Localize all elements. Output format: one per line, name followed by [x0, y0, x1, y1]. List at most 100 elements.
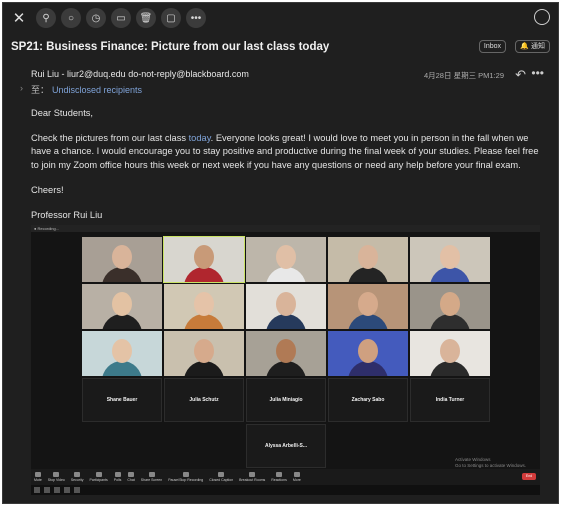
recipients-row: 至： Undisclosed recipients — [31, 83, 142, 96]
participant-head — [112, 245, 132, 269]
participant-torso — [102, 361, 142, 376]
participant-torso — [266, 267, 306, 282]
participant-name-tile: Alyssa Arbelli-S... — [246, 424, 326, 468]
participant-video-tile — [410, 331, 490, 376]
participant-video-tile — [82, 331, 162, 376]
zoom-control: Pause/Stop Recording — [168, 472, 203, 482]
toolbar: ✕ ⚲ ○ ◷ ▭ 🗑 ▢ ••• — [3, 3, 558, 33]
email-date: 4月28日 星期三 PM1:29 — [423, 71, 504, 80]
zoom-screenshot-image: ● Recording... Shane Bauer Julia Schutz Ju… — [31, 225, 540, 495]
participant-head — [194, 339, 214, 363]
zoom-control-label: Mute — [34, 478, 42, 482]
more-options-icon[interactable]: ••• — [531, 66, 544, 80]
snooze-clock-icon[interactable]: ◷ — [86, 8, 106, 28]
zoom-control: Stop Video — [48, 472, 65, 482]
zoom-control-icon — [53, 472, 60, 477]
taskbar-app-icon — [54, 487, 60, 493]
participant-head — [194, 292, 214, 316]
to-label: 至： — [31, 85, 50, 95]
message-text-start: Check the pictures from our last class — [31, 133, 189, 144]
participant-head — [112, 339, 132, 363]
zoom-control-icon — [276, 472, 283, 477]
participant-video-tile — [163, 236, 245, 283]
expand-chevron-icon[interactable]: › — [20, 83, 23, 93]
windows-taskbar — [31, 485, 540, 495]
participant-head — [358, 339, 378, 363]
recording-indicator: ● Recording... — [31, 225, 540, 232]
name-tile-row: Alyssa Arbelli-S... — [82, 424, 492, 468]
participant-head — [358, 292, 378, 316]
zoom-control-icon — [95, 472, 102, 477]
taskbar-app-icon — [74, 487, 80, 493]
video-row — [82, 236, 492, 283]
activate-windows-watermark: Activate Windows Go to Settings to activ… — [454, 457, 526, 468]
video-row — [82, 284, 492, 329]
taskbar-app-icon — [64, 487, 70, 493]
zoom-control: Chat — [127, 472, 135, 482]
participant-head — [112, 292, 132, 316]
zoom-control-icon — [74, 472, 81, 477]
participant-video-tile — [82, 237, 162, 282]
inbox-tag[interactable]: Inbox — [478, 40, 506, 53]
participant-head — [276, 292, 296, 316]
participant-video-tile — [328, 237, 408, 282]
notification-tag[interactable]: 🔔 通知 — [515, 40, 550, 53]
mail-window: ✕ ⚲ ○ ◷ ▭ 🗑 ▢ ••• SP21: Business Finance… — [2, 2, 559, 504]
participant-torso — [348, 361, 388, 376]
participant-torso — [184, 267, 224, 282]
participant-grid: Shane Bauer Julia Schutz Julia Miniagio Zac… — [82, 236, 492, 470]
participant-video-tile — [164, 331, 244, 376]
pin-icon[interactable]: ⚲ — [36, 8, 56, 28]
zoom-control-label: Security — [70, 478, 84, 482]
email-body: Dear Students, Check the pictures from o… — [31, 107, 544, 234]
zoom-control-icon — [114, 472, 121, 477]
participant-torso — [266, 314, 306, 329]
close-icon[interactable]: ✕ — [9, 8, 29, 28]
participant-head — [440, 292, 460, 316]
account-avatar-icon[interactable] — [534, 9, 550, 25]
participant-head — [358, 245, 378, 269]
zoom-control: More — [293, 472, 301, 482]
zoom-control: Share Screen — [141, 472, 162, 482]
participant-torso — [102, 314, 142, 329]
folder-icon[interactable]: ▢ — [161, 8, 181, 28]
archive-icon[interactable]: ▭ — [111, 8, 131, 28]
zoom-control-icon — [249, 472, 256, 477]
windows-start-icon — [34, 487, 40, 493]
sender[interactable]: Rui Liu - liur2@duq.edu do-not-reply@bla… — [31, 69, 249, 79]
participant-torso — [348, 314, 388, 329]
greeting: Dear Students, — [31, 108, 94, 118]
recipients-link[interactable]: Undisclosed recipients — [52, 85, 142, 95]
name-tile-row: Shane Bauer Julia Schutz Julia Miniagio Zac… — [82, 378, 492, 422]
participant-video-tile — [328, 284, 408, 329]
message-paragraph: Check the pictures from our last class t… — [31, 132, 544, 172]
participant-name-tile: India Turner — [410, 378, 490, 422]
zoom-control-label: More — [292, 478, 301, 482]
zoom-control: Participants — [90, 472, 108, 482]
zoom-control-label: Share Screen — [140, 478, 163, 482]
participant-video-tile — [328, 331, 408, 376]
signature: Professor Rui Liu — [31, 210, 103, 221]
zoom-control-label: Pause/Stop Recording — [168, 478, 204, 482]
today-link[interactable]: today — [189, 133, 211, 143]
participant-name-tile: Zachary Sabo — [328, 378, 408, 422]
participant-torso — [184, 314, 224, 329]
zoom-control: Security — [71, 472, 84, 482]
participant-torso — [430, 267, 470, 282]
participant-name-tile: Shane Bauer — [82, 378, 162, 422]
zoom-control-label: Participants — [89, 478, 108, 482]
participant-head — [276, 339, 296, 363]
more-icon[interactable]: ••• — [186, 8, 206, 28]
reply-icon[interactable]: ↶ — [515, 67, 526, 83]
participant-video-tile — [410, 237, 490, 282]
zoom-controls-bar: End Mute Stop Video Security Participants Po… — [31, 469, 540, 485]
zoom-control-label: Stop Video — [47, 478, 65, 482]
zoom-control: Reactions — [271, 472, 287, 482]
mark-unread-icon[interactable]: ○ — [61, 8, 81, 28]
participant-head — [194, 245, 214, 269]
participant-head — [276, 245, 296, 269]
zoom-control-icon — [218, 472, 225, 477]
zoom-control: Polls — [114, 472, 121, 482]
trash-icon[interactable]: 🗑 — [136, 8, 156, 28]
